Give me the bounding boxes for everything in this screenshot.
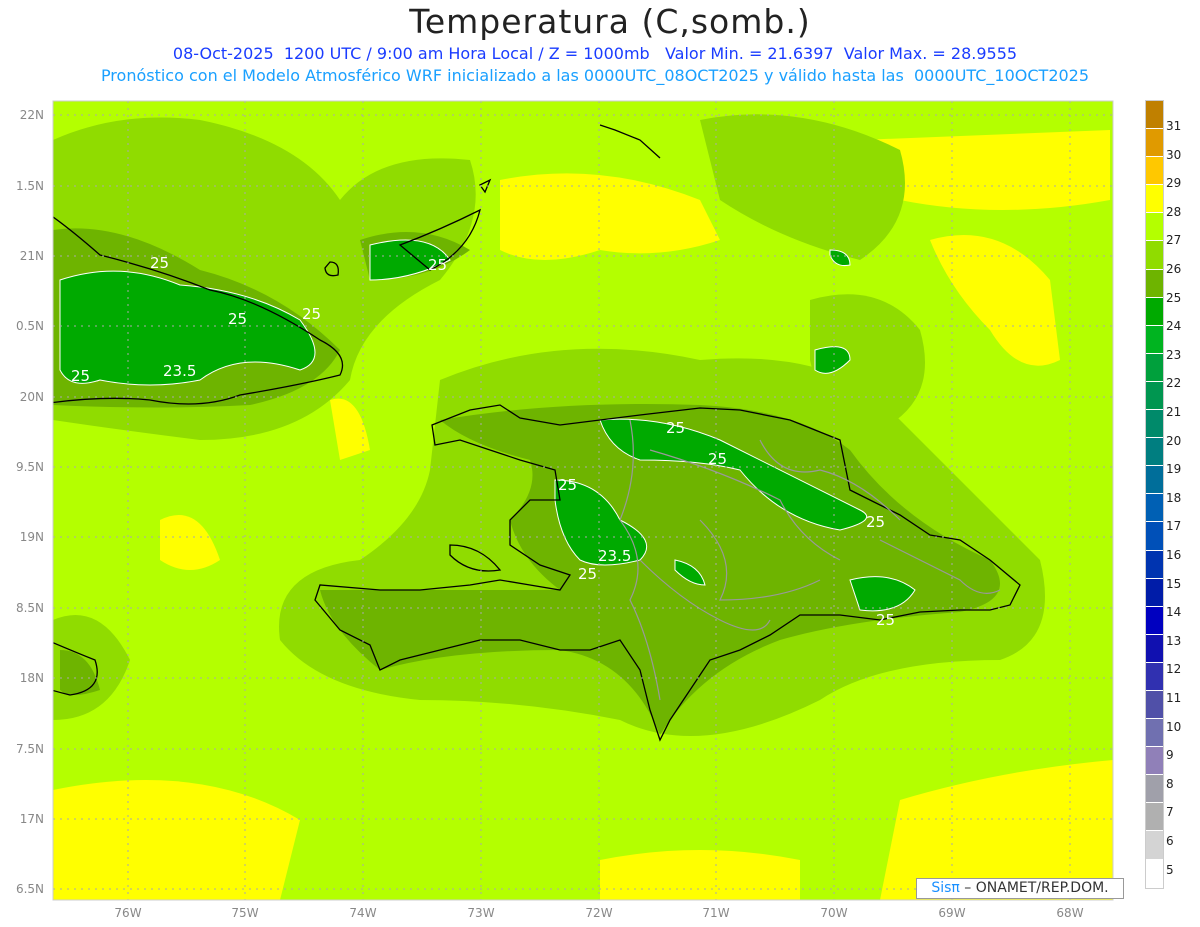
lat-label: 9.5N bbox=[15, 460, 44, 474]
legend-swatch bbox=[1146, 662, 1163, 691]
contour-label: 23.5 bbox=[598, 547, 631, 565]
contour-label: 25 bbox=[866, 513, 885, 531]
legend-swatch bbox=[1146, 747, 1163, 776]
legend-swatch bbox=[1146, 775, 1163, 804]
legend-label: 20 bbox=[1166, 433, 1182, 448]
lat-label: 22N bbox=[19, 108, 44, 122]
legend-label: 24 bbox=[1166, 319, 1182, 334]
contour-label: 25 bbox=[558, 476, 577, 494]
legend-swatch bbox=[1146, 550, 1163, 579]
legend-swatch bbox=[1146, 606, 1163, 635]
legend-label: 6 bbox=[1166, 834, 1174, 848]
legend-swatch bbox=[1146, 381, 1163, 411]
legend-label: 17 bbox=[1166, 519, 1182, 534]
legend-swatch bbox=[1146, 690, 1163, 720]
lat-label: 20N bbox=[19, 390, 44, 404]
legend-label: 30 bbox=[1166, 147, 1182, 162]
contour-label: 25 bbox=[666, 419, 685, 437]
legend-label: 23 bbox=[1166, 347, 1182, 362]
legend-swatch bbox=[1146, 325, 1163, 354]
legend-swatch bbox=[1146, 101, 1163, 130]
credit-text: – ONAMET/REP.DOM. bbox=[959, 880, 1109, 896]
contour-label: 25 bbox=[428, 256, 447, 274]
color-legend-bar bbox=[1145, 100, 1164, 889]
legend-label: 15 bbox=[1166, 576, 1182, 591]
credit-box: Sisπ – ONAMET/REP.DOM. bbox=[916, 878, 1124, 899]
sispi-logo: Sisπ bbox=[931, 880, 960, 896]
contour-label: 25 bbox=[71, 367, 90, 385]
lon-label: 70W bbox=[820, 906, 848, 920]
legend-label: 22 bbox=[1166, 376, 1182, 391]
legend-swatch bbox=[1146, 831, 1163, 860]
contour-label: 25 bbox=[578, 565, 597, 583]
legend-swatch bbox=[1146, 522, 1163, 551]
legend-label: 7 bbox=[1166, 805, 1174, 820]
legend-label: 19 bbox=[1166, 462, 1182, 477]
lat-label: 7.5N bbox=[15, 742, 44, 756]
legend-label: 5 bbox=[1166, 862, 1174, 877]
legend-swatch bbox=[1146, 466, 1163, 495]
lon-label: 75W bbox=[231, 906, 259, 920]
contour-label: 25 bbox=[876, 611, 895, 629]
legend-label: 18 bbox=[1166, 490, 1182, 505]
legend-swatch bbox=[1146, 185, 1163, 214]
legend-label: 27 bbox=[1166, 233, 1182, 248]
lat-label: 6.5N bbox=[15, 882, 44, 896]
legend-swatch bbox=[1146, 859, 1163, 888]
lon-label: 74W bbox=[349, 906, 377, 920]
legend-swatch bbox=[1146, 241, 1163, 270]
legend-label: 13 bbox=[1166, 633, 1182, 648]
legend-swatch bbox=[1146, 578, 1163, 607]
legend-label: 14 bbox=[1166, 605, 1182, 620]
legend-label: 21 bbox=[1166, 405, 1182, 419]
legend-label: 9 bbox=[1166, 748, 1174, 763]
legend-swatch bbox=[1146, 213, 1163, 242]
legend-label: 25 bbox=[1166, 290, 1182, 305]
legend-label: 29 bbox=[1166, 176, 1182, 191]
legend-swatch bbox=[1146, 438, 1163, 467]
legend-swatch bbox=[1146, 719, 1163, 748]
legend-label: 31 bbox=[1166, 119, 1182, 133]
lat-label: 21N bbox=[19, 249, 44, 263]
legend-swatch bbox=[1146, 129, 1163, 158]
legend-label: 28 bbox=[1166, 204, 1182, 219]
legend-swatch bbox=[1146, 353, 1163, 382]
lon-label: 71W bbox=[702, 906, 730, 920]
lon-label: 76W bbox=[114, 906, 142, 920]
contour-label: 25 bbox=[302, 305, 321, 323]
legend-swatch bbox=[1146, 269, 1163, 298]
contour-label: 25 bbox=[150, 254, 169, 272]
legend-label: 11 bbox=[1166, 691, 1182, 705]
legend-swatch bbox=[1146, 297, 1163, 326]
legend-swatch bbox=[1146, 410, 1163, 439]
legend-label: 26 bbox=[1166, 262, 1182, 276]
legend-swatch bbox=[1146, 803, 1163, 832]
legend-label: 8 bbox=[1166, 776, 1174, 791]
lat-label: 1.5N bbox=[15, 179, 44, 193]
lon-label: 72W bbox=[585, 906, 613, 920]
contour-label: 25 bbox=[228, 310, 247, 328]
legend-label: 16 bbox=[1166, 548, 1182, 562]
legend-swatch bbox=[1146, 157, 1163, 186]
contour-label: 23.5 bbox=[163, 362, 196, 380]
lat-label: 18N bbox=[19, 671, 44, 685]
contour-label: 25 bbox=[708, 450, 727, 468]
lon-label: 68W bbox=[1056, 906, 1084, 920]
legend-swatch bbox=[1146, 634, 1163, 663]
lon-label: 69W bbox=[938, 906, 966, 920]
legend-label: 12 bbox=[1166, 662, 1182, 677]
lat-label: 19N bbox=[19, 530, 44, 544]
temperature-map: 25 25 25 25 25 23.5 25 25 25 25 23.5 25 … bbox=[52, 100, 1114, 901]
lon-label: 73W bbox=[467, 906, 495, 920]
legend-label: 10 bbox=[1166, 719, 1182, 734]
lat-label: 17N bbox=[19, 812, 44, 826]
lat-label: 8.5N bbox=[15, 601, 44, 615]
legend-swatch bbox=[1146, 494, 1163, 523]
lat-label: 0.5N bbox=[15, 319, 44, 333]
